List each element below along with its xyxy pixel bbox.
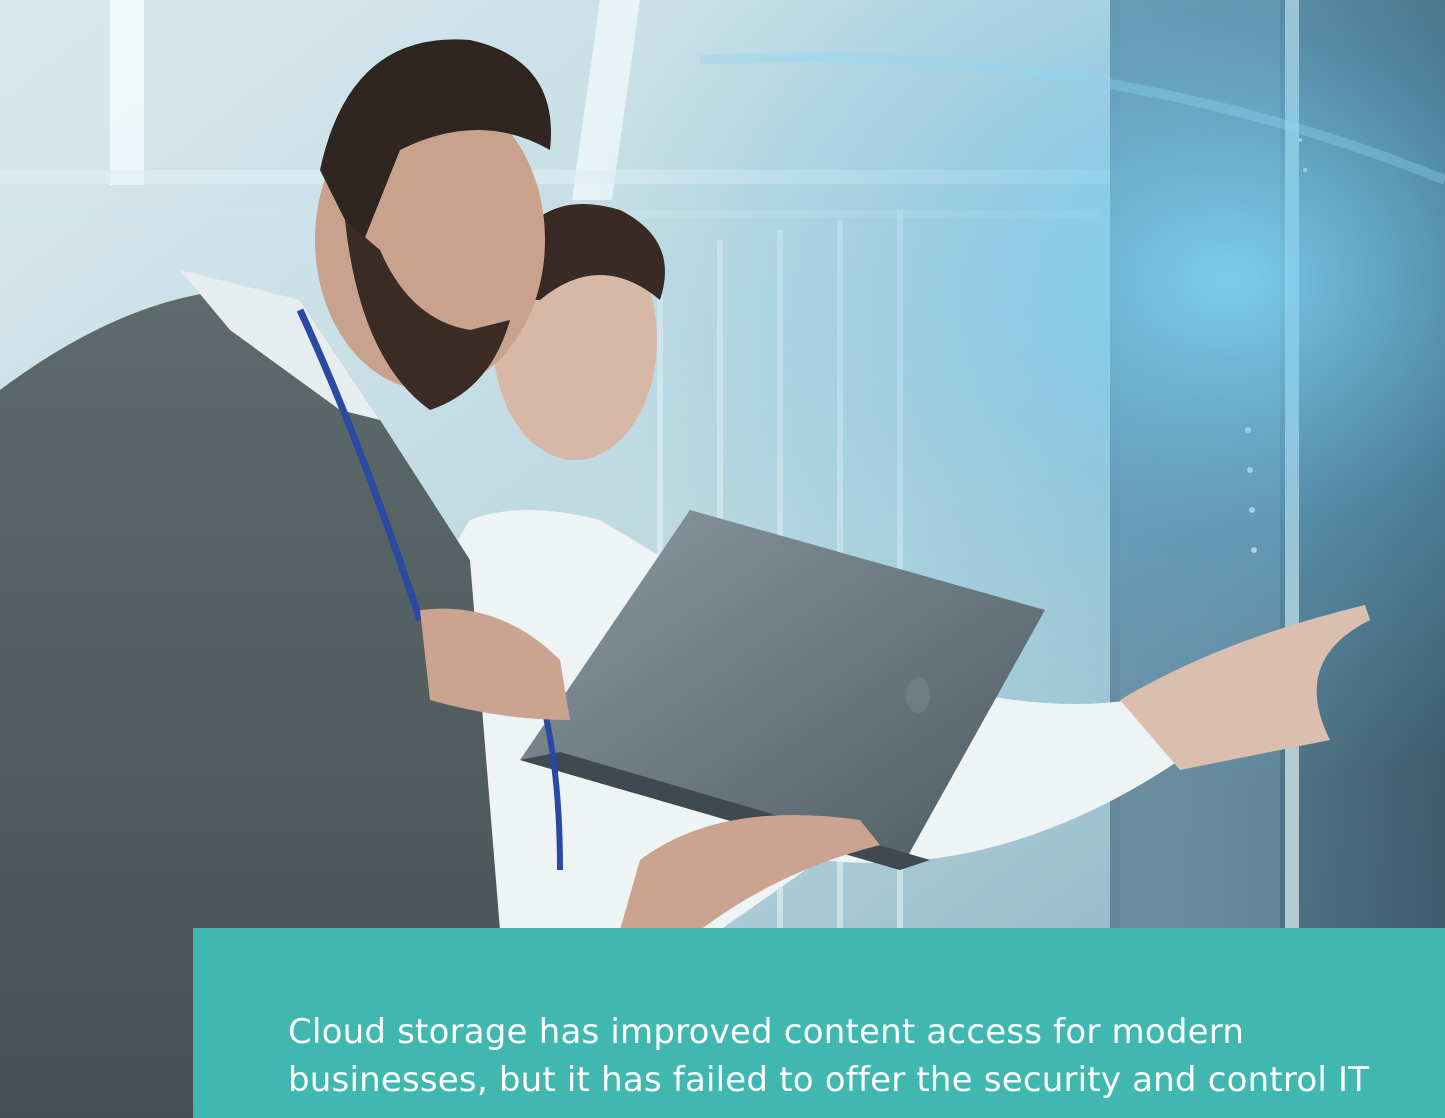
caption-line-2: businesses, but it has failed to offer t… (288, 1060, 1370, 1100)
page: Cloud storage has improved content acces… (0, 0, 1445, 1118)
caption-panel: Cloud storage has improved content acces… (193, 928, 1445, 1118)
caption-line-1: Cloud storage has improved content acces… (288, 1012, 1245, 1052)
